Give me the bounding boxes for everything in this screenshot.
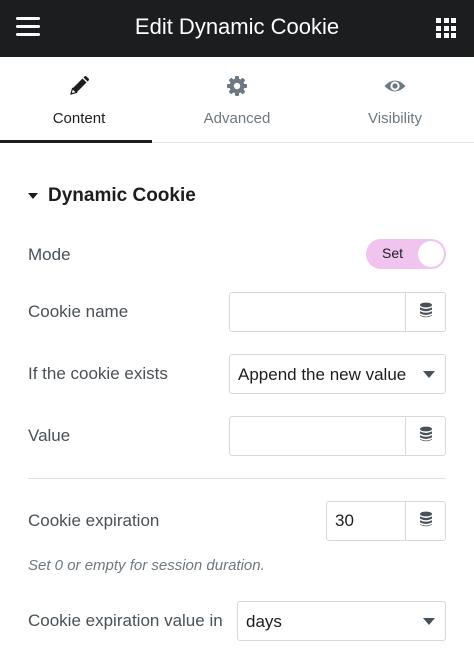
toggle-knob [418, 241, 444, 267]
value-control [229, 416, 446, 456]
cookie-name-input[interactable] [230, 293, 405, 331]
cookie-name-label: Cookie name [28, 302, 129, 321]
if-exists-select[interactable]: Append the new value [229, 354, 446, 394]
section-title: Dynamic Cookie [48, 185, 196, 206]
top-bar: Edit Dynamic Cookie [0, 0, 474, 57]
expiration-control [326, 501, 446, 541]
widgets-grid-icon[interactable] [436, 18, 456, 38]
mode-toggle[interactable]: Set [366, 239, 446, 269]
expiration-label: Cookie expiration [28, 511, 160, 530]
tab-advanced-label: Advanced [203, 110, 271, 127]
controls-panel: Dynamic Cookie Mode Set Cookie name If t… [0, 143, 474, 665]
tab-content-label: Content [52, 110, 106, 127]
caret-down-icon [28, 193, 38, 199]
expiration-hint: Set 0 or empty for session duration. [28, 557, 265, 574]
database-icon [419, 302, 433, 323]
gear-icon [158, 75, 316, 99]
database-icon [419, 426, 433, 447]
value-input[interactable] [230, 417, 405, 455]
if-exists-value: Append the new value [238, 365, 407, 384]
dropdown-arrow-icon [423, 618, 435, 625]
expiration-input[interactable] [327, 502, 405, 540]
tab-bar: Content Advanced Visibility [0, 57, 474, 144]
cookie-name-dynamic-tags-button[interactable] [405, 293, 445, 331]
mode-toggle-text: Set [382, 245, 404, 261]
value-label: Value [28, 426, 71, 445]
cookie-name-control [229, 292, 446, 332]
pencil-icon [0, 75, 158, 99]
value-dynamic-tags-button[interactable] [405, 417, 445, 455]
section-toggle-dynamic-cookie[interactable]: Dynamic Cookie [28, 185, 196, 207]
tab-visibility-label: Visibility [368, 110, 422, 127]
tab-visibility[interactable]: Visibility [316, 57, 474, 143]
divider [28, 478, 446, 479]
expiration-dynamic-tags-button[interactable] [405, 502, 445, 540]
panel-title: Edit Dynamic Cookie [134, 14, 340, 39]
tab-content[interactable]: Content [0, 57, 158, 144]
mode-label: Mode [28, 245, 71, 264]
expiration-unit-select[interactable]: days [237, 601, 446, 641]
tab-advanced[interactable]: Advanced [158, 57, 316, 143]
eye-icon [316, 75, 474, 99]
dropdown-arrow-icon [423, 371, 435, 378]
if-exists-label: If the cookie exists [28, 364, 168, 383]
expiration-unit-label: Cookie expiration value in [28, 611, 223, 630]
expiration-unit-value: days [246, 612, 282, 631]
database-icon [419, 511, 433, 532]
